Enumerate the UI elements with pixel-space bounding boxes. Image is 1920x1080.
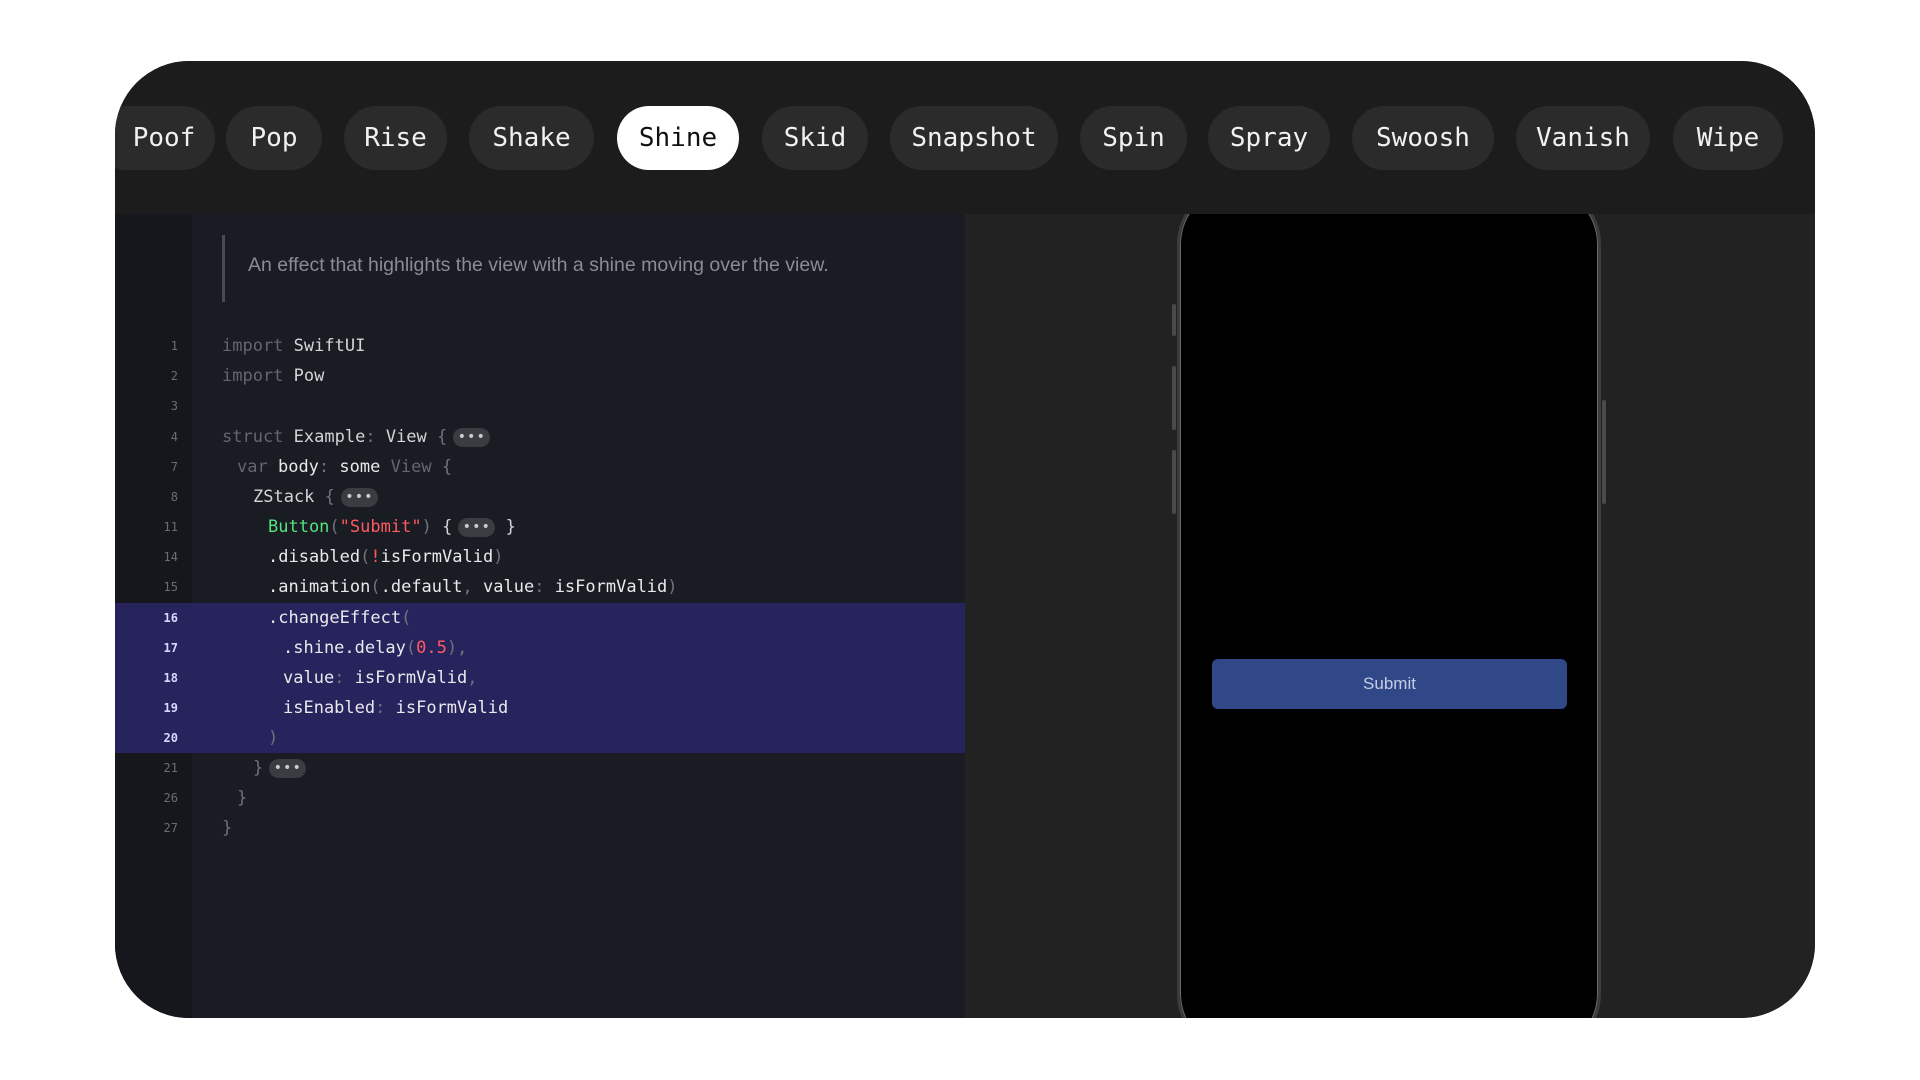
line-number: 15 bbox=[163, 580, 178, 594]
code-line: 18 value: isFormValid, bbox=[115, 663, 965, 693]
code-line: 3 bbox=[115, 391, 965, 421]
submit-button[interactable]: Submit bbox=[1212, 659, 1567, 709]
effect-pill-spray[interactable]: Spray bbox=[1208, 106, 1330, 170]
line-number: 1 bbox=[170, 339, 178, 353]
effect-pill-vanish[interactable]: Vanish bbox=[1516, 106, 1650, 170]
fold-toggle[interactable]: ••• bbox=[269, 758, 307, 778]
fold-toggle[interactable]: ••• bbox=[458, 517, 496, 537]
doc-quote-bar bbox=[222, 235, 225, 302]
line-number: 7 bbox=[170, 460, 178, 474]
code-line: 7 var body: some View { bbox=[115, 452, 965, 482]
phone-volume-up bbox=[1172, 366, 1176, 430]
line-number: 19 bbox=[163, 701, 178, 715]
line-number: 21 bbox=[163, 761, 178, 775]
effect-pill-poof[interactable]: Poof bbox=[115, 106, 215, 170]
app-window: Poof Pop Rise Shake Shine Skid Snapshot … bbox=[115, 61, 1815, 1018]
effect-pill-skid[interactable]: Skid bbox=[762, 106, 868, 170]
code-line: 20 ) bbox=[115, 723, 965, 753]
code-line: 8 ZStack {••• bbox=[115, 482, 965, 512]
phone-volume-down bbox=[1172, 450, 1176, 514]
effect-pill-pop[interactable]: Pop bbox=[226, 106, 322, 170]
fold-toggle[interactable]: ••• bbox=[340, 487, 378, 507]
code-panel: An effect that highlights the view with … bbox=[115, 214, 965, 1018]
line-number: 27 bbox=[163, 821, 178, 835]
effect-pill-swoosh[interactable]: Swoosh bbox=[1352, 106, 1494, 170]
line-number: 3 bbox=[170, 399, 178, 413]
code-line: 4 struct Example: View {••• bbox=[115, 422, 965, 452]
phone-power-button bbox=[1602, 400, 1606, 504]
line-number: 16 bbox=[163, 611, 178, 625]
code-line: 15 .animation(.default, value: isFormVal… bbox=[115, 572, 965, 602]
code-line: 1 import SwiftUI bbox=[115, 331, 965, 361]
effect-pill-rise[interactable]: Rise bbox=[344, 106, 447, 170]
phone-mockup bbox=[1177, 214, 1601, 1018]
code-line: 2 import Pow bbox=[115, 361, 965, 391]
line-number: 11 bbox=[163, 520, 178, 534]
code-line: 26 } bbox=[115, 783, 965, 813]
line-number: 2 bbox=[170, 369, 178, 383]
line-number: 26 bbox=[163, 791, 178, 805]
code-line: 14 .disabled(! isFormValid) bbox=[115, 542, 965, 572]
line-number: 18 bbox=[163, 671, 178, 685]
effect-pill-shine[interactable]: Shine bbox=[617, 106, 739, 170]
effect-pill-snapshot[interactable]: Snapshot bbox=[890, 106, 1058, 170]
line-number: 20 bbox=[163, 731, 178, 745]
effect-description: An effect that highlights the view with … bbox=[248, 254, 829, 276]
code-line: 21 } ••• bbox=[115, 753, 965, 783]
effect-selector: Poof Pop Rise Shake Shine Skid Snapshot … bbox=[115, 61, 1815, 214]
preview-panel: Submit bbox=[965, 214, 1815, 1018]
code-line: 17 .shine .delay(0.5), bbox=[115, 633, 965, 663]
line-number: 8 bbox=[170, 490, 178, 504]
effect-pill-shake[interactable]: Shake bbox=[469, 106, 594, 170]
code-line: 11 Button("Submit") {••• } bbox=[115, 512, 965, 542]
fold-toggle[interactable]: ••• bbox=[453, 427, 491, 447]
code-line: 19 isEnabled: isFormValid bbox=[115, 693, 965, 723]
effect-pill-wipe[interactable]: Wipe bbox=[1673, 106, 1783, 170]
line-number: 14 bbox=[163, 550, 178, 564]
effect-pill-spin[interactable]: Spin bbox=[1080, 106, 1187, 170]
code-line: 27 } bbox=[115, 813, 965, 843]
phone-mute-switch bbox=[1172, 304, 1176, 336]
line-number: 4 bbox=[170, 430, 178, 444]
line-number: 17 bbox=[163, 641, 178, 655]
code-line: 16 .changeEffect( bbox=[115, 603, 965, 633]
